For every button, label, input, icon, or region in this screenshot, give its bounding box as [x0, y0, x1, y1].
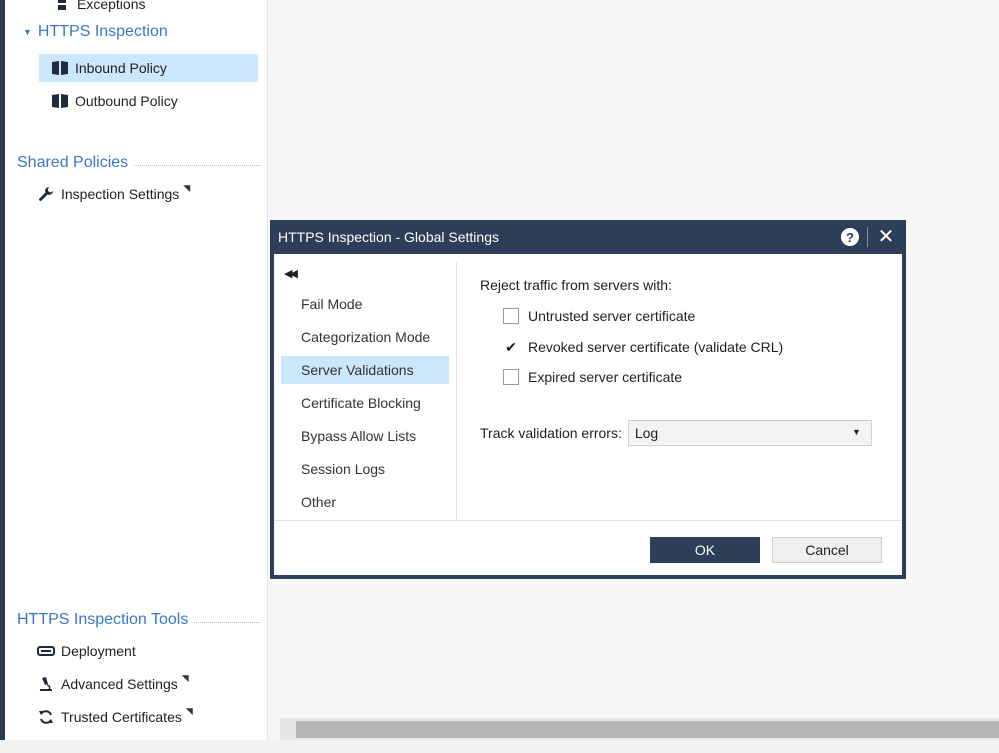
checkbox[interactable]	[503, 308, 519, 324]
titlebar-separator	[867, 227, 868, 247]
cancel-button[interactable]: Cancel	[772, 537, 882, 563]
dialog-titlebar: HTTPS Inspection - Global Settings ? ✕	[274, 220, 902, 254]
untrusted-cert-option[interactable]: Untrusted server certificate	[503, 305, 695, 327]
checkbox-label: Expired server certificate	[528, 369, 683, 385]
book-icon	[51, 92, 69, 110]
section-divider	[194, 621, 261, 623]
checkbox-checked[interactable]: ✔	[503, 339, 519, 355]
section-shared-policies: Shared Policies	[17, 151, 261, 175]
sidebar-item-label: Trusted Certificates	[61, 709, 182, 725]
scrollbar-thumb[interactable]	[296, 721, 999, 738]
sidebar-item-exceptions[interactable]: Exceptions	[53, 0, 145, 18]
checkbox[interactable]	[503, 369, 519, 385]
section-https-inspection-tools: HTTPS Inspection Tools	[17, 608, 261, 632]
sidebar-item-label: Deployment	[61, 643, 136, 659]
external-link-icon: ◥	[181, 672, 189, 683]
select-value: Log	[634, 425, 659, 441]
tree-group-title: HTTPS Inspection	[37, 23, 168, 40]
sidebar-item-deployment[interactable]: Deployment	[37, 637, 136, 665]
caret-down-icon: ▼	[23, 27, 32, 37]
external-link-icon: ◥	[183, 182, 191, 193]
dialog-nav-item[interactable]: Bypass Allow Lists	[281, 422, 449, 450]
dialog-nav-item[interactable]: Categorization Mode	[281, 323, 449, 351]
footer-divider	[274, 520, 902, 521]
sidebar-item-inbound-policy[interactable]: Inbound Policy	[39, 54, 258, 82]
track-errors-select[interactable]: Log ▼	[627, 420, 872, 446]
sidebar-item-label: Inspection Settings	[61, 186, 180, 202]
checkbox-label: Untrusted server certificate	[528, 308, 696, 324]
microscope-icon	[37, 675, 55, 693]
tree-group-https-inspection[interactable]: ▼ HTTPS Inspection	[23, 23, 168, 41]
sidebar-item-inspection-settings[interactable]: Inspection Settings ◥	[37, 180, 190, 208]
sidebar: Exceptions ▼ HTTPS Inspection Inbound Po…	[5, 0, 268, 740]
horizontal-scrollbar[interactable]	[280, 718, 999, 740]
track-validation-row: Track validation errors: Log ▼	[480, 420, 872, 446]
dialog-nav-item[interactable]: Session Logs	[281, 455, 449, 483]
sidebar-item-trusted-certificates[interactable]: Trusted Certificates ◥	[37, 703, 193, 731]
close-icon[interactable]: ✕	[876, 227, 896, 247]
server-validations-panel: Reject traffic from servers with: Untrus…	[457, 254, 902, 520]
sidebar-item-label: Exceptions	[77, 0, 146, 12]
sidebar-item-advanced-settings[interactable]: Advanced Settings ◥	[37, 670, 189, 698]
reject-traffic-label: Reject traffic from servers with:	[480, 277, 672, 293]
help-icon[interactable]: ?	[841, 228, 859, 246]
ok-button[interactable]: OK	[650, 537, 760, 563]
wrench-icon	[37, 185, 55, 203]
refresh-icon	[37, 708, 55, 726]
dialog-nav: ◀◀ Fail Mode Categorization Mode Server …	[274, 254, 456, 520]
sidebar-item-label: Advanced Settings	[61, 676, 178, 692]
section-title: Shared Policies	[17, 154, 129, 171]
book-icon	[51, 59, 69, 77]
section-title: HTTPS Inspection Tools	[17, 611, 189, 628]
dropdown-arrow-icon: ▼	[851, 427, 861, 437]
external-link-icon: ◥	[185, 705, 193, 716]
exceptions-icon	[53, 0, 71, 13]
dialog-nav-item[interactable]: Other	[281, 488, 449, 516]
revoked-cert-option[interactable]: ✔ Revoked server certificate (validate C…	[503, 336, 783, 358]
sidebar-item-label: Outbound Policy	[75, 93, 178, 109]
expired-cert-option[interactable]: Expired server certificate	[503, 366, 682, 388]
checkbox-label: Revoked server certificate (validate CRL…	[528, 339, 784, 355]
dialog-body: ◀◀ Fail Mode Categorization Mode Server …	[274, 254, 902, 575]
status-strip	[0, 740, 999, 753]
collapse-panel-icon[interactable]: ◀◀	[284, 267, 298, 280]
section-divider	[134, 164, 261, 166]
sidebar-item-label: Inbound Policy	[75, 60, 167, 76]
deployment-icon	[37, 642, 55, 660]
dialog-title: HTTPS Inspection - Global Settings	[278, 229, 499, 245]
global-settings-dialog: HTTPS Inspection - Global Settings ? ✕ ◀…	[270, 220, 906, 579]
dialog-nav-item-selected[interactable]: Server Validations	[281, 356, 449, 384]
dialog-nav-item[interactable]: Certificate Blocking	[281, 389, 449, 417]
track-label: Track validation errors:	[480, 425, 622, 441]
sidebar-item-outbound-policy[interactable]: Outbound Policy	[51, 87, 178, 115]
dialog-nav-item[interactable]: Fail Mode	[281, 290, 449, 318]
